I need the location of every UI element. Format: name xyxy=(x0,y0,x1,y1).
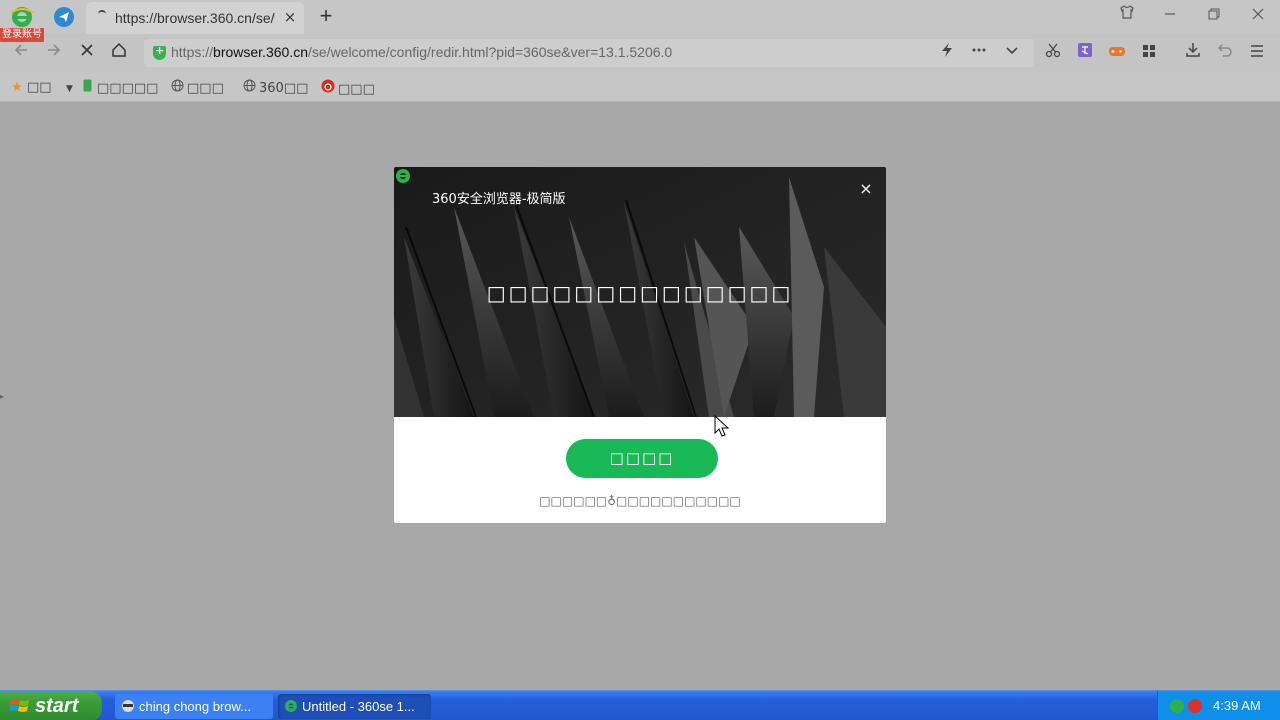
security-alert-icon[interactable] xyxy=(1188,699,1202,713)
system-tray: 4:39 AM xyxy=(1157,691,1280,720)
taskbar-item-active[interactable]: Untitled - 360se 1... xyxy=(278,694,431,719)
hero-banner: 360安全浏览器-极简版 × □□□□□□□□□□□□□□ xyxy=(394,167,886,417)
bookmark-weibo[interactable]: □□□ xyxy=(321,79,375,97)
url-path: /se/welcome/config/redir.html?pid=360se&… xyxy=(307,44,673,60)
chevron-down-icon[interactable] xyxy=(1001,42,1023,64)
url-host: browser.360.cn xyxy=(213,44,308,60)
url-prefix: https:// xyxy=(171,44,214,60)
bookmark-mobile[interactable]: □□□□□ xyxy=(80,79,158,97)
bookmark-globe-360[interactable]: 360□□ xyxy=(242,79,308,97)
360-tray-icon[interactable] xyxy=(1170,699,1184,713)
minimize-button[interactable] xyxy=(1157,4,1183,26)
bookmark-label: □□ xyxy=(27,80,52,95)
translate-icon[interactable] xyxy=(1074,42,1096,64)
menu-icon[interactable] xyxy=(1246,42,1268,64)
welcome-dialog: 360安全浏览器-极简版 × □□□□□□□□□□□□□□ □□□□ □□□□□… xyxy=(394,167,886,523)
loading-spinner-icon xyxy=(98,10,106,18)
more-options-icon[interactable] xyxy=(968,42,990,64)
tab-bar: 登录账号 https://browser.360.cn/se/welcome/c… xyxy=(0,0,1280,42)
lightning-icon[interactable] xyxy=(936,42,958,64)
undo-icon[interactable] xyxy=(1214,42,1236,64)
bookmark-label: □□□ xyxy=(187,81,224,96)
start-button[interactable]: start xyxy=(0,691,102,720)
security-shield-icon[interactable] xyxy=(153,44,166,60)
scissors-icon[interactable] xyxy=(1042,42,1064,64)
address-bar[interactable]: https://browser.360.cn/se/welcome/config… xyxy=(144,39,1034,67)
dialog-title: 360安全浏览器-极简版 xyxy=(432,192,566,207)
taskbar: start ching chong brow... Untitled - 360… xyxy=(0,690,1280,720)
taskbar-item[interactable]: ching chong brow... xyxy=(115,694,273,719)
mouse-cursor-icon xyxy=(714,415,730,437)
raccoon-app-icon xyxy=(122,700,134,712)
taskbar-item-label: Untitled - 360se 1... xyxy=(302,699,415,714)
primary-action-button[interactable]: □□□□ xyxy=(566,439,718,478)
bookmark-label: □□□ xyxy=(338,82,375,97)
weibo-icon xyxy=(321,79,335,99)
bookmark-label: □□□□□ xyxy=(97,81,159,96)
dialog-headline: □□□□□□□□□□□□□□ xyxy=(486,281,794,305)
bookmark-globe-1[interactable]: □□□ xyxy=(170,79,224,97)
mobile-icon xyxy=(80,79,94,98)
caret-down-icon: ▼ xyxy=(66,84,73,94)
download-icon[interactable] xyxy=(1182,42,1204,64)
360-browser-logo-icon[interactable] xyxy=(8,4,36,30)
dialog-close-button[interactable]: × xyxy=(856,179,876,199)
bookmark-favorites[interactable]: ★ □□ xyxy=(10,79,52,97)
taskbar-item-label: ching chong brow... xyxy=(139,699,252,714)
360-browser-logo-icon xyxy=(396,169,410,183)
tab-close-button[interactable]: × xyxy=(282,8,298,26)
login-badge[interactable]: 登录账号 xyxy=(0,28,44,42)
tab-title: https://browser.360.cn/se/welcome/config… xyxy=(115,10,275,26)
bookmarks-dropdown-caret[interactable]: ▼ xyxy=(66,79,73,97)
sidebar-expand-icon[interactable]: ▸ xyxy=(0,392,4,401)
close-window-button[interactable] xyxy=(1245,4,1271,26)
game-controller-icon[interactable] xyxy=(1106,42,1128,64)
navigation-bar: https://browser.360.cn/se/welcome/config… xyxy=(0,34,1280,72)
url-text[interactable]: https://browser.360.cn/se/welcome/config… xyxy=(171,44,672,60)
bookmark-label: 360□□ xyxy=(259,81,309,96)
clock[interactable]: 4:39 AM xyxy=(1213,698,1261,713)
stop-loading-button[interactable] xyxy=(76,42,98,64)
globe-icon xyxy=(170,79,184,98)
bookmarks-bar: ★ □□ ▼ □□□□□ □□□ 360□□ □□□ xyxy=(0,72,1280,102)
apps-grid-icon[interactable] xyxy=(1138,42,1160,64)
360-browser-logo-icon xyxy=(285,700,297,712)
forward-button[interactable] xyxy=(43,42,65,64)
home-button[interactable] xyxy=(108,42,130,64)
skin-icon[interactable] xyxy=(1114,4,1140,26)
dialog-footnote[interactable]: □□□□□□♁□□□□□□□□□□□ xyxy=(394,494,886,508)
new-tab-button[interactable]: + xyxy=(315,5,337,27)
globe-icon xyxy=(242,79,256,98)
windows-logo-icon xyxy=(10,699,29,712)
back-button[interactable] xyxy=(10,42,32,64)
tab-active[interactable]: https://browser.360.cn/se/welcome/config… xyxy=(86,2,304,34)
start-label: start xyxy=(35,695,79,717)
telegram-icon[interactable] xyxy=(54,7,74,27)
star-icon: ★ xyxy=(11,80,23,95)
restore-button[interactable] xyxy=(1201,4,1227,26)
